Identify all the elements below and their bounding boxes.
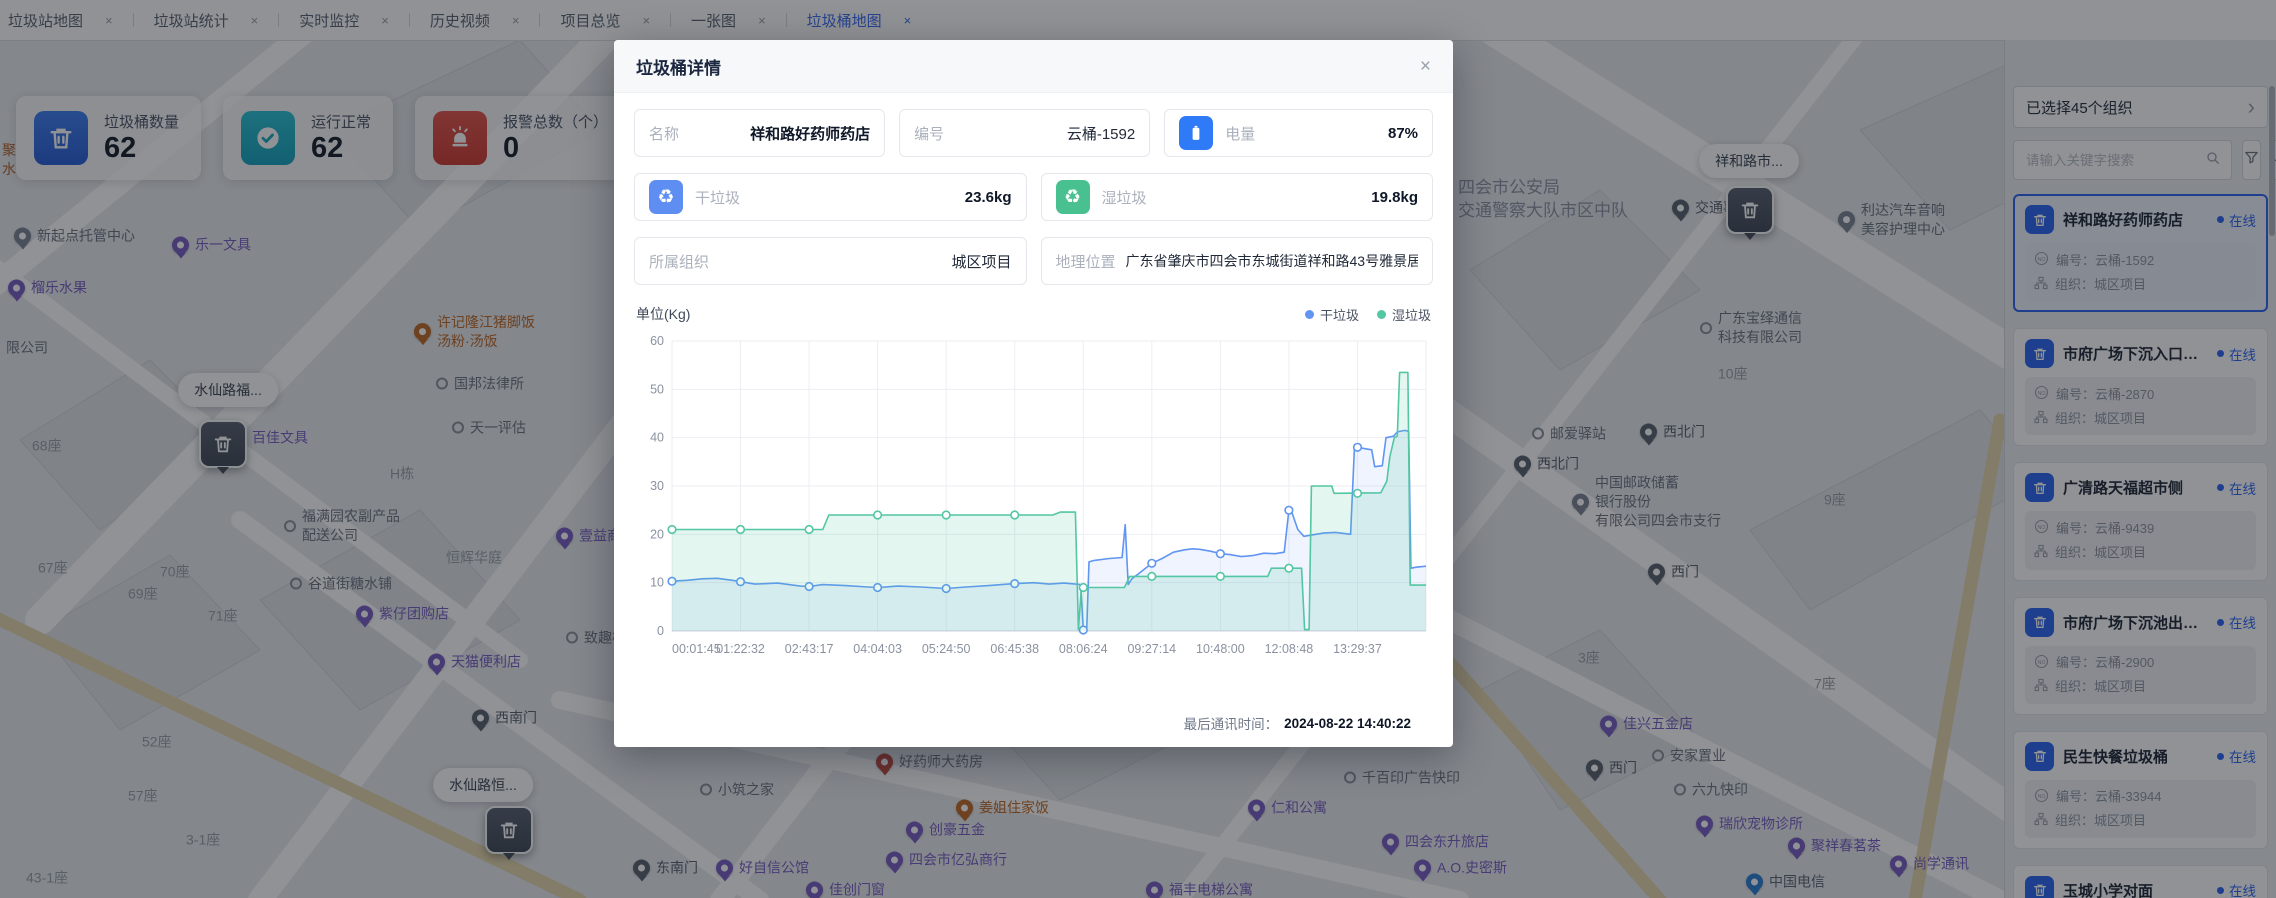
field-label: 干垃圾 xyxy=(695,189,741,207)
svg-text:12:08:48: 12:08:48 xyxy=(1265,642,1314,656)
legend-item[interactable]: 干垃圾 xyxy=(1304,305,1359,324)
recycle-icon: ♻ xyxy=(649,180,683,214)
chart-plot: 0 10 20 30 40 50 60 00:01:4501:22:32 02:43:17 04:… xyxy=(650,334,1427,656)
close-icon[interactable]: × xyxy=(1420,57,1431,76)
svg-text:20: 20 xyxy=(650,527,664,541)
legend-dot-icon xyxy=(1376,309,1386,319)
svg-text:00:01:45: 00:01:45 xyxy=(672,642,721,656)
field-dry-waste: ♻ 干垃圾 23.6kg xyxy=(634,173,1027,221)
svg-text:40: 40 xyxy=(650,431,664,445)
svg-text:09:27:14: 09:27:14 xyxy=(1127,642,1176,656)
modal-title: 垃圾桶详情 xyxy=(636,58,721,78)
field-value: 云桶-1592 xyxy=(1066,125,1136,143)
field-value: 广东省肇庆市四会市东城街道祥和路43号雅景居 xyxy=(1125,253,1418,269)
svg-text:13:29:37: 13:29:37 xyxy=(1333,642,1382,656)
svg-text:30: 30 xyxy=(650,479,664,493)
chart-legend: 干垃圾 湿垃圾 xyxy=(1304,305,1431,324)
field-label: 名称 xyxy=(649,125,680,143)
field-wet-waste: ♻ 湿垃圾 19.8kg xyxy=(1040,173,1433,221)
svg-text:02:43:17: 02:43:17 xyxy=(785,642,834,656)
field-label: 所属组织 xyxy=(649,253,710,271)
bin-detail-modal: 垃圾桶详情 × 名称 祥和路好药师药店 编号 云桶-1592 电量 87% ♻ xyxy=(614,40,1453,747)
waste-trend-chart: 单位(Kg) 干垃圾 湿垃圾 0 10 20 30 40 50 60 00:01:45 01:22… xyxy=(634,303,1433,670)
field-value: 祥和路好药师药店 xyxy=(750,125,871,143)
last-comm-value: 2024-08-22 14:40:22 xyxy=(1284,715,1411,731)
field-value: 19.8kg xyxy=(1371,188,1418,206)
legend-item[interactable]: 湿垃圾 xyxy=(1376,305,1431,324)
last-comm-time: 最后通讯时间： 2024-08-22 14:40:22 xyxy=(634,713,1433,747)
field-number: 编号 云桶-1592 xyxy=(899,109,1151,157)
field-label: 编号 xyxy=(914,125,945,143)
svg-text:0: 0 xyxy=(657,624,664,638)
field-label: 地理位置 xyxy=(1055,253,1116,271)
battery-icon xyxy=(1179,116,1214,150)
field-value: 23.6kg xyxy=(964,188,1012,206)
field-label: 湿垃圾 xyxy=(1101,189,1147,207)
svg-text:05:24:50: 05:24:50 xyxy=(922,642,971,656)
svg-text:60: 60 xyxy=(650,334,664,348)
svg-text:10: 10 xyxy=(650,576,664,590)
field-location: 地理位置 广东省肇庆市四会市东城街道祥和路43号雅景居 xyxy=(1040,237,1433,285)
modal-header: 垃圾桶详情 × xyxy=(614,40,1453,93)
field-name: 名称 祥和路好药师药店 xyxy=(634,109,886,157)
svg-text:08:06:24: 08:06:24 xyxy=(1059,642,1108,656)
field-value: 城区项目 xyxy=(951,253,1012,271)
chart-y-unit: 单位(Kg) xyxy=(636,306,691,322)
legend-dot-icon xyxy=(1304,309,1314,319)
svg-text:01:22:32: 01:22:32 xyxy=(716,642,765,656)
legend-label: 湿垃圾 xyxy=(1391,307,1431,323)
last-comm-label: 最后通讯时间： xyxy=(1183,717,1279,732)
field-organization: 所属组织 城区项目 xyxy=(634,237,1027,285)
svg-text:04:04:03: 04:04:03 xyxy=(853,642,902,656)
field-value: 87% xyxy=(1387,124,1419,142)
field-label: 电量 xyxy=(1225,125,1256,143)
field-battery: 电量 87% xyxy=(1164,109,1434,157)
svg-text:06:45:38: 06:45:38 xyxy=(990,642,1039,656)
legend-label: 干垃圾 xyxy=(1319,307,1359,323)
svg-text:10:48:00: 10:48:00 xyxy=(1196,642,1245,656)
svg-text:50: 50 xyxy=(650,382,664,396)
recycle-icon: ♻ xyxy=(1055,180,1090,214)
